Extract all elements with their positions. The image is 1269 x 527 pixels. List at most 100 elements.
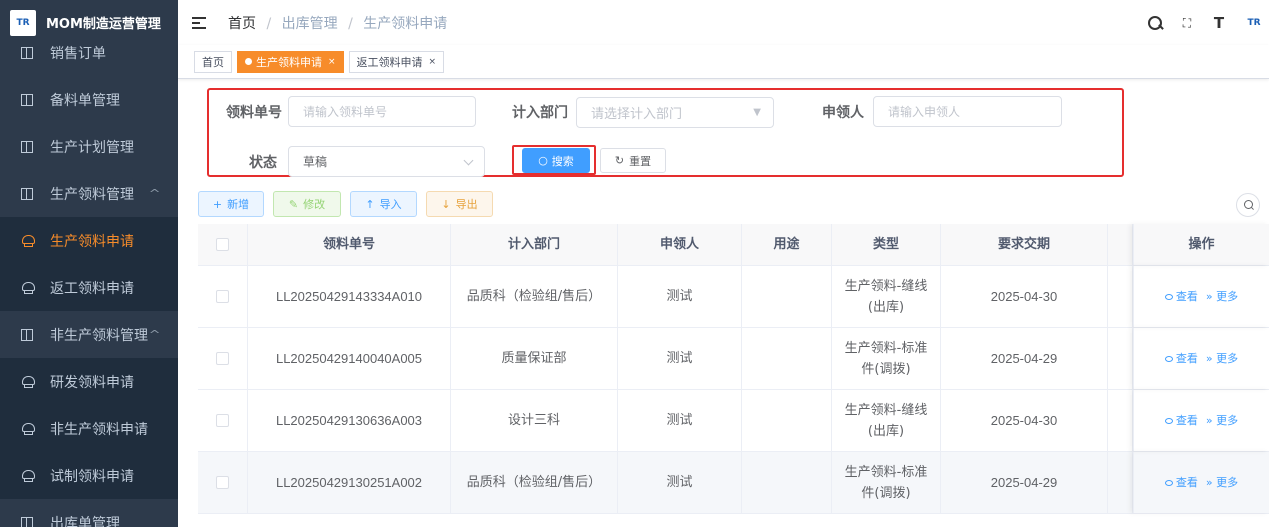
col-hidden [1108, 224, 1133, 265]
table-row[interactable]: LL20250429140040A005 质量保证部 测试 生产领料-标准 件(调拨) 2… [198, 328, 1269, 390]
tag-item[interactable]: 首页 [194, 50, 232, 73]
breadcrumb-current: 生产领料申请 [363, 15, 448, 32]
tag-label: 返工领料申请 [356, 55, 423, 69]
view-link[interactable]: 查看 [1164, 410, 1198, 431]
col-applicant: 申领人 [618, 224, 742, 265]
sidebar-item[interactable]: 返工领料申请 [0, 264, 178, 311]
import-button[interactable]: ↑ 导入 [350, 191, 417, 217]
type-cell: 生产领料-标准 件(调拨) [832, 452, 941, 513]
user-icon [20, 422, 35, 436]
row-checkbox[interactable] [216, 352, 229, 365]
applicant-cell: 测试 [618, 266, 742, 327]
more-link[interactable]: » 更多 [1206, 348, 1238, 369]
chevron-up-icon: ^ [148, 328, 161, 341]
select-all-checkbox[interactable] [216, 238, 229, 251]
reset-button[interactable]: ↻ 重置 [600, 148, 666, 173]
add-button[interactable]: + 新增 [198, 191, 264, 217]
status-select-value: 草稿 [303, 155, 328, 169]
sidebar-item[interactable]: 研发领料申请 [0, 358, 178, 405]
more-link[interactable]: » 更多 [1206, 472, 1238, 493]
sidebar-item[interactable]: 试制领料申请 [0, 452, 178, 499]
applicant-input[interactable]: 请输入申领人 [873, 96, 1062, 127]
sidebar-item-label: 出库单管理 [50, 515, 120, 527]
tag-item[interactable]: 生产领料申请 × [237, 50, 344, 73]
search-toggle-icon[interactable] [1236, 193, 1260, 217]
breadcrumb-separator: / [266, 15, 272, 32]
sidebar-item-label: 生产领料管理 [50, 186, 134, 203]
user-icon [20, 469, 35, 483]
eye-icon [1164, 356, 1173, 362]
row-select-cell [198, 452, 248, 513]
upload-icon: ↑ [365, 197, 375, 211]
sidebar-item[interactable]: 备料单管理 [0, 76, 178, 123]
due-date-cell: 2025-04-30 [941, 266, 1108, 327]
logo: TR [10, 9, 36, 36]
purpose-cell [742, 452, 832, 513]
breadcrumb-home[interactable]: 首页 [228, 16, 256, 32]
table-row[interactable]: LL20250429130251A002 品质科（检验组/售后） 测试 生产领料-标准… [198, 452, 1269, 514]
view-link[interactable]: 查看 [1164, 348, 1198, 369]
table-header: 领料单号 计入部门 申领人 用途 类型 要求交期 操作 [198, 224, 1269, 266]
user-icon [20, 375, 35, 389]
sidebar-item-label: 研发领料申请 [50, 374, 134, 391]
book-icon [20, 187, 34, 201]
order-no-input[interactable]: 请输入领料单号 [288, 96, 476, 127]
avatar[interactable]: TR [1243, 14, 1265, 32]
breadcrumb-separator: / [348, 15, 353, 32]
more-link[interactable]: » 更多 [1206, 410, 1238, 431]
fullscreen-icon[interactable]: ⛶ [1179, 15, 1195, 31]
row-checkbox[interactable] [216, 414, 229, 427]
more-label: 更多 [1216, 290, 1239, 303]
order-no-cell: LL20250429130251A002 [248, 452, 451, 513]
purpose-cell [742, 328, 832, 389]
close-icon[interactable]: × [328, 57, 336, 67]
search-button-label: 搜索 [551, 154, 574, 168]
chevron-up-icon: ^ [148, 187, 161, 200]
more-link[interactable]: » 更多 [1206, 286, 1238, 307]
dept-select-placeholder: 请选择计入部门 [591, 107, 683, 122]
font-size-icon[interactable]: T [1211, 15, 1227, 31]
col-purpose: 用途 [742, 224, 832, 265]
status-select[interactable]: 草稿 [288, 146, 485, 177]
table-row[interactable]: LL20250429130636A003 设计三科 测试 生产领料-缝线 (出库) 202… [198, 390, 1269, 452]
sidebar-item-label: 非生产领料申请 [50, 421, 148, 438]
dept-select[interactable]: 请选择计入部门 ▼ [576, 97, 774, 128]
sidebar-item[interactable]: 非生产领料申请 [0, 405, 178, 452]
col-type: 类型 [832, 224, 941, 265]
sidebar: 销售订单 备料单管理 生产计划管理 生产领料管理 ^ 生产领料申请 返工领料申请 非生产领料管… [0, 0, 178, 527]
type-cell: 生产领料-缝线 (出库) [832, 390, 941, 451]
row-checkbox[interactable] [216, 476, 229, 489]
close-icon[interactable]: × [429, 57, 437, 67]
view-link[interactable]: 查看 [1164, 286, 1198, 307]
view-label: 查看 [1175, 290, 1198, 303]
double-chevron-right-icon: » [1205, 414, 1217, 427]
hamburger-icon[interactable] [192, 16, 206, 29]
eye-icon [1164, 480, 1173, 486]
dept-cell: 设计三科 [451, 390, 618, 451]
header-tools: ⛶ T TR [1147, 0, 1269, 45]
import-button-label: 导入 [379, 198, 402, 211]
logo-text: TR [16, 17, 30, 28]
edit-icon: ✎ [288, 197, 299, 211]
breadcrumb-outbound[interactable]: 出库管理 [282, 16, 338, 32]
table-row[interactable]: LL20250429143334A010 品质科（检验组/售后） 测试 生产领料-缝线… [198, 266, 1269, 328]
sidebar-item[interactable]: 非生产领料管理 ^ [0, 311, 178, 358]
tag-item[interactable]: 返工领料申请 × [348, 50, 445, 73]
search-icon[interactable] [1147, 15, 1163, 31]
search-button[interactable]: ○ 搜索 [522, 148, 590, 173]
tags-view: 首页 生产领料申请 × 返工领料申请 × [178, 45, 1269, 79]
sidebar-item[interactable]: 出库单管理 [0, 499, 178, 527]
more-label: 更多 [1216, 476, 1239, 489]
row-select-cell [198, 266, 248, 327]
edit-button[interactable]: ✎ 修改 [273, 191, 341, 217]
col-dept: 计入部门 [451, 224, 618, 265]
hidden-cell [1108, 452, 1133, 513]
applicant-cell: 测试 [618, 328, 742, 389]
sidebar-item[interactable]: 生产领料申请 [0, 217, 178, 264]
search-icon: ○ [538, 154, 548, 167]
sidebar-item[interactable]: 生产计划管理 [0, 123, 178, 170]
row-checkbox[interactable] [216, 290, 229, 303]
export-button[interactable]: ↓ 导出 [426, 191, 493, 217]
sidebar-item[interactable]: 生产领料管理 ^ [0, 170, 178, 217]
view-link[interactable]: 查看 [1164, 472, 1198, 493]
